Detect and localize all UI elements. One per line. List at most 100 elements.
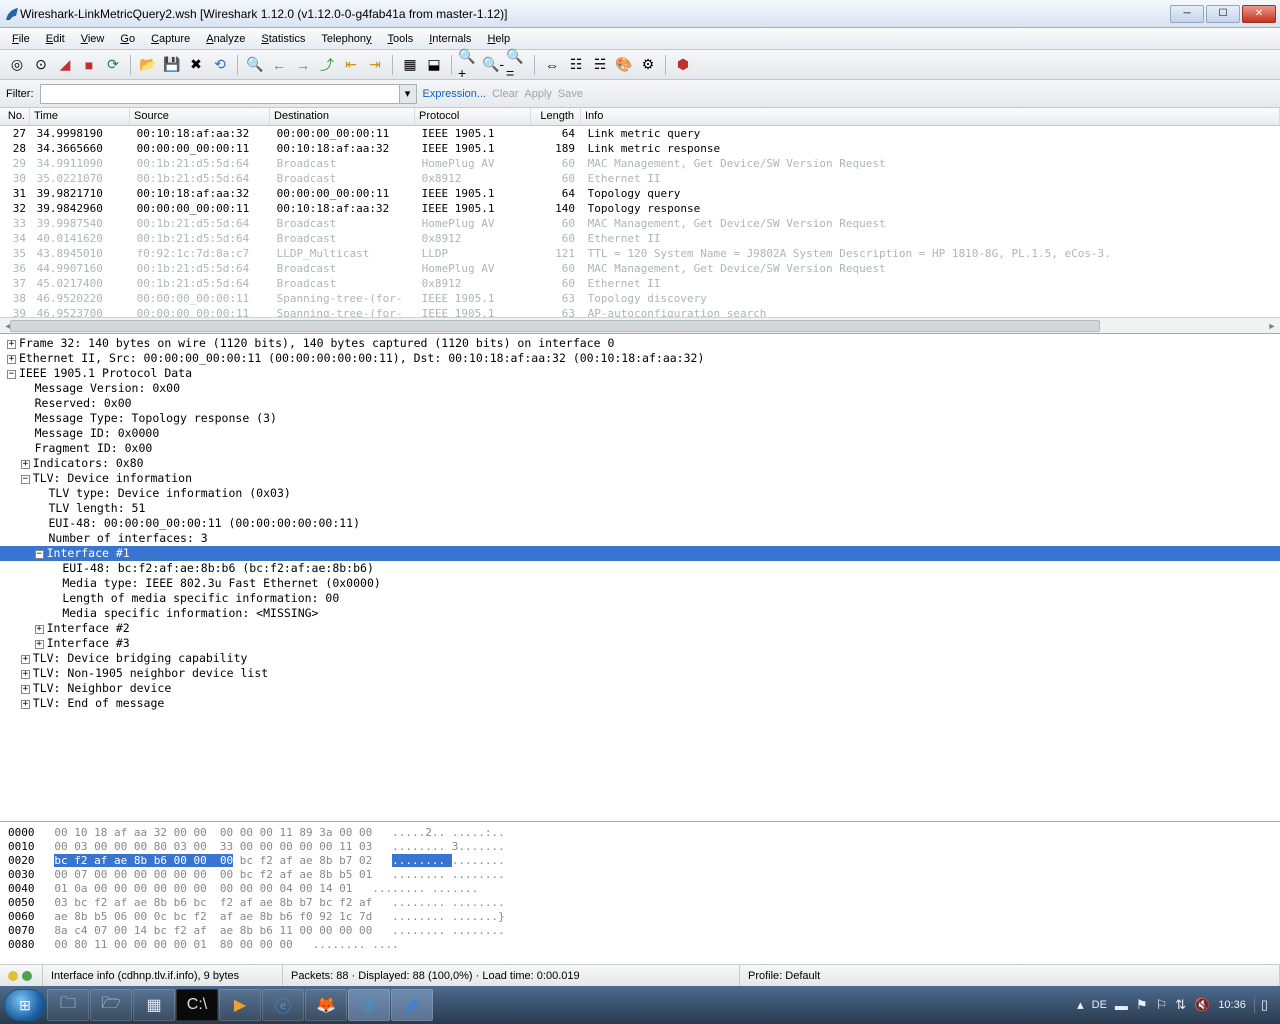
col-header-time[interactable]: Time — [30, 108, 130, 125]
close-file-icon[interactable]: ✖ — [185, 54, 207, 76]
packet-row[interactable]: 35 43.8945010 f0:92:1c:7d:8a:c7 LLDP_Mul… — [0, 246, 1280, 261]
filter-apply-button[interactable]: Apply — [524, 88, 552, 100]
hex-dump-pane[interactable]: 0000 00 10 18 af aa 32 00 00 00 00 00 11… — [0, 822, 1280, 964]
scroll-thumb[interactable] — [10, 320, 1100, 332]
packet-row[interactable]: 30 35.0221070 00:1b:21:d5:5d:64 Broadcas… — [0, 171, 1280, 186]
expander-icon[interactable]: + — [21, 460, 30, 469]
open-icon[interactable]: 📂 — [137, 54, 159, 76]
detail-interface-3[interactable]: Interface #3 — [47, 636, 130, 650]
detail-msg-type[interactable]: Message Type: Topology response (3) — [35, 411, 277, 425]
go-last-icon[interactable]: ⇥ — [364, 54, 386, 76]
go-back-icon[interactable]: ← — [268, 54, 290, 76]
auto-scroll-icon[interactable]: ⬓ — [423, 54, 445, 76]
detail-interface-1[interactable]: Interface #1 — [47, 546, 130, 560]
packet-list-hscrollbar[interactable]: ◄ ► — [0, 317, 1280, 333]
detail-if1-media[interactable]: Media type: IEEE 802.3u Fast Ethernet (0… — [62, 576, 381, 590]
reload-icon[interactable]: ⟲ — [209, 54, 231, 76]
expander-icon[interactable]: − — [35, 550, 44, 559]
tray-clock[interactable]: 10:36 — [1218, 999, 1246, 1011]
show-desktop-button[interactable]: ▯ — [1254, 997, 1268, 1013]
menu-edit[interactable]: Edit — [38, 31, 73, 47]
tray-up-icon[interactable]: ▴ — [1077, 997, 1084, 1013]
taskbar-firefox-icon[interactable]: 🦊 — [305, 989, 347, 1021]
zoom-out-icon[interactable]: 🔍- — [482, 54, 504, 76]
status-profile[interactable]: Profile: Default — [740, 965, 1280, 986]
tray-volume-icon[interactable]: 🔇 — [1194, 997, 1210, 1013]
hex-line[interactable]: 0000 00 10 18 af aa 32 00 00 00 00 00 11… — [8, 826, 1272, 840]
taskbar-ie-icon[interactable]: ⓔ — [262, 989, 304, 1021]
packet-row[interactable]: 38 46.9520220 00:00:00_00:00:11 Spanning… — [0, 291, 1280, 306]
packet-row[interactable]: 31 39.9821710 00:10:18:af:aa:32 00:00:00… — [0, 186, 1280, 201]
options-icon[interactable]: ⊙ — [30, 54, 52, 76]
packet-row[interactable]: 28 34.3665660 00:00:00_00:00:11 00:10:18… — [0, 141, 1280, 156]
detail-num-interfaces[interactable]: Number of interfaces: 3 — [48, 531, 207, 545]
detail-tlv-non1905[interactable]: TLV: Non-1905 neighbor device list — [33, 666, 268, 680]
taskbar-skype-icon[interactable]: Ⓢ — [348, 989, 390, 1021]
packet-row[interactable]: 32 39.9842960 00:00:00_00:00:11 00:10:18… — [0, 201, 1280, 216]
tray-flag-icon[interactable]: ⚑ — [1136, 997, 1148, 1013]
expander-icon[interactable]: + — [7, 355, 16, 364]
go-forward-icon[interactable]: → — [292, 54, 314, 76]
hex-line[interactable]: 0030 00 07 00 00 00 00 00 00 00 bc f2 af… — [8, 868, 1272, 882]
col-header-source[interactable]: Source — [130, 108, 270, 125]
expander-icon[interactable]: + — [35, 640, 44, 649]
detail-tlv-bridging[interactable]: TLV: Device bridging capability — [33, 651, 248, 665]
menu-capture[interactable]: Capture — [143, 31, 198, 47]
expander-icon[interactable]: − — [7, 370, 16, 379]
hex-line[interactable]: 0060 ae 8b b5 06 00 0c bc f2 af ae 8b b6… — [8, 910, 1272, 924]
packet-row[interactable]: 36 44.9907160 00:1b:21:d5:5d:64 Broadcas… — [0, 261, 1280, 276]
stop-capture-icon[interactable]: ■ — [78, 54, 100, 76]
tray-usb-icon[interactable]: ⇅ — [1175, 997, 1186, 1013]
packet-details-pane[interactable]: +Frame 32: 140 bytes on wire (1120 bits)… — [0, 334, 1280, 822]
find-icon[interactable]: 🔍 — [244, 54, 266, 76]
filter-input[interactable] — [40, 84, 400, 104]
tray-network-icon[interactable]: ▬ — [1115, 998, 1128, 1013]
hex-line[interactable]: 0080 00 80 11 00 00 00 00 01 80 00 00 00… — [8, 938, 1272, 952]
hex-line[interactable]: 0040 01 0a 00 00 00 00 00 00 00 00 00 04… — [8, 882, 1272, 896]
expander-icon[interactable]: + — [7, 340, 16, 349]
filter-save-button[interactable]: Save — [558, 88, 583, 100]
filter-expression-link[interactable]: Expression... — [423, 88, 487, 100]
taskbar-media-icon[interactable]: ▶ — [219, 989, 261, 1021]
detail-tlv-end[interactable]: TLV: End of message — [33, 696, 165, 710]
packet-row[interactable]: 37 45.0217400 00:1b:21:d5:5d:64 Broadcas… — [0, 276, 1280, 291]
expander-icon[interactable]: + — [21, 700, 30, 709]
expert-info-led-icon[interactable] — [8, 971, 18, 981]
menu-help[interactable]: Help — [479, 31, 518, 47]
col-header-no[interactable]: No. — [0, 108, 30, 125]
detail-if1-eui[interactable]: EUI-48: bc:f2:af:ae:8b:b6 (bc:f2:af:ae:8… — [62, 561, 374, 575]
go-to-icon[interactable]: ⤴ — [316, 54, 338, 76]
detail-msg-id[interactable]: Message ID: 0x0000 — [35, 426, 160, 440]
tray-language[interactable]: DE — [1092, 999, 1107, 1011]
expander-icon[interactable]: + — [35, 625, 44, 634]
resize-columns-icon[interactable]: ⇔ — [541, 54, 563, 76]
hex-line[interactable]: 0070 8a c4 07 00 14 bc f2 af ae 8b b6 11… — [8, 924, 1272, 938]
filter-dropdown-icon[interactable]: ▾ — [399, 84, 417, 104]
detail-fragment-id[interactable]: Fragment ID: 0x00 — [35, 441, 153, 455]
taskbar-libraries-icon[interactable]: 🗁 — [90, 989, 132, 1021]
packet-row[interactable]: 33 39.9987540 00:1b:21:d5:5d:64 Broadcas… — [0, 216, 1280, 231]
detail-ethernet[interactable]: Ethernet II, Src: 00:00:00_00:00:11 (00:… — [19, 351, 704, 365]
col-header-protocol[interactable]: Protocol — [415, 108, 531, 125]
menu-file[interactable]: File — [4, 31, 38, 47]
expander-icon[interactable]: + — [21, 670, 30, 679]
col-header-info[interactable]: Info — [581, 108, 1280, 125]
coloring-rules-icon[interactable]: 🎨 — [613, 54, 635, 76]
detail-tlv-device-info[interactable]: TLV: Device information — [33, 471, 192, 485]
hex-line[interactable]: 0050 03 bc f2 af ae 8b b6 bc f2 af ae 8b… — [8, 896, 1272, 910]
detail-if1-len[interactable]: Length of media specific information: 00 — [62, 591, 339, 605]
save-icon[interactable]: 💾 — [161, 54, 183, 76]
detail-if1-spec[interactable]: Media specific information: <MISSING> — [62, 606, 318, 620]
zoom-reset-icon[interactable]: 🔍= — [506, 54, 528, 76]
menu-view[interactable]: View — [73, 31, 113, 47]
taskbar-cmd-icon[interactable]: C:\ — [176, 989, 218, 1021]
taskbar-wireshark-icon[interactable] — [391, 989, 433, 1021]
help-icon[interactable]: ⬢ — [672, 54, 694, 76]
detail-tlv-neighbor[interactable]: TLV: Neighbor device — [33, 681, 171, 695]
expander-icon[interactable]: + — [21, 685, 30, 694]
capture-filters-icon[interactable]: ☷ — [565, 54, 587, 76]
col-header-destination[interactable]: Destination — [270, 108, 415, 125]
zoom-in-icon[interactable]: 🔍+ — [458, 54, 480, 76]
start-capture-icon[interactable]: ◢ — [54, 54, 76, 76]
detail-interface-2[interactable]: Interface #2 — [47, 621, 130, 635]
